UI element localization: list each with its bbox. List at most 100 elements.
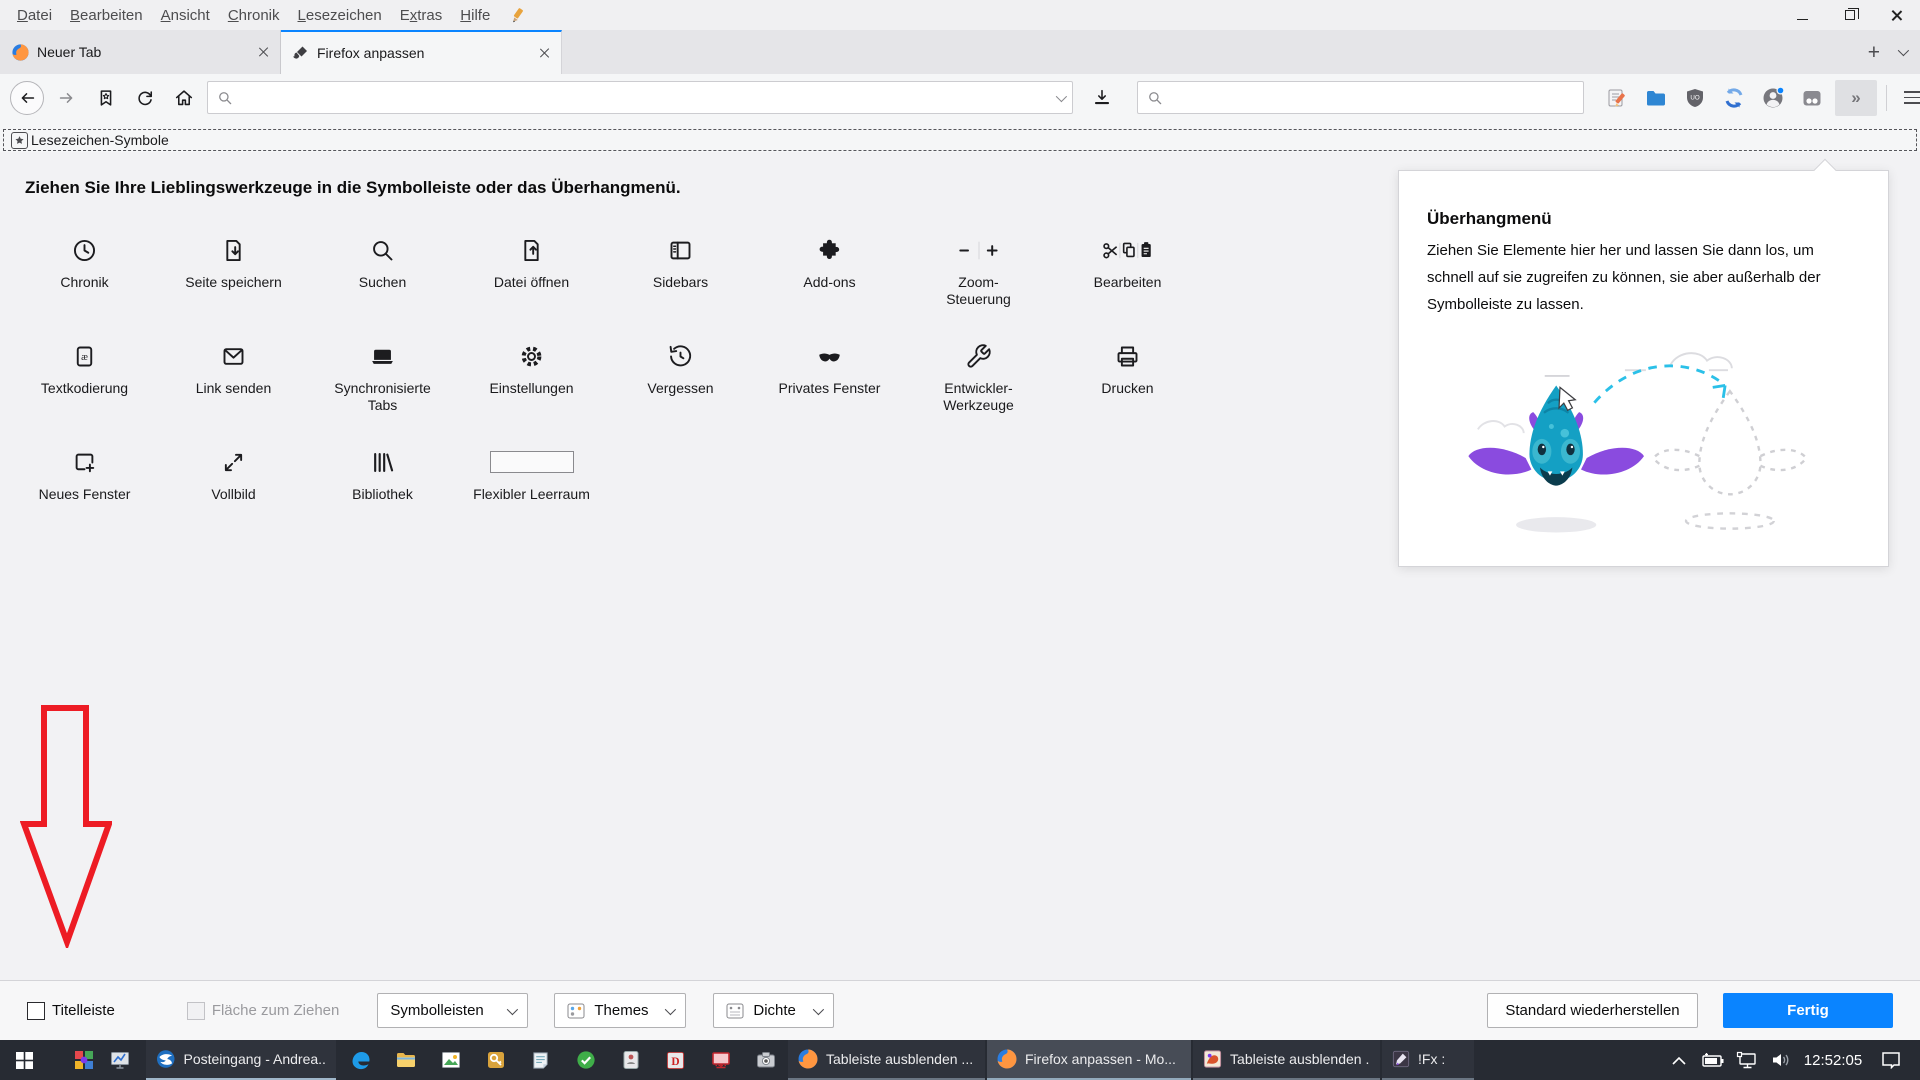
palette-item-entwickler-werkzeuge[interactable]: Entwickler-Werkzeuge — [904, 336, 1053, 422]
bookmarks-drop-target[interactable]: Lesezeichen-Symbole — [3, 129, 1917, 151]
bookmarks-button[interactable] — [90, 82, 122, 114]
palette-item-privates-fenster[interactable]: Privates Fenster — [755, 336, 904, 422]
restore-defaults-button[interactable]: Standard wiederherstellen — [1487, 993, 1698, 1028]
start-button[interactable] — [0, 1040, 48, 1080]
taskbar-app-cards[interactable] — [608, 1040, 653, 1080]
home-button[interactable] — [168, 82, 200, 114]
task-label: Posteingang - Andrea... — [183, 1051, 326, 1067]
taskbar-app-camera[interactable] — [743, 1040, 788, 1080]
sync-extension-button[interactable] — [1718, 82, 1750, 114]
library-icon — [369, 449, 396, 476]
tab-neuer-tab[interactable]: Neuer Tab — [0, 30, 281, 74]
palette-item-flexibler-leerraum[interactable]: Flexibler Leerraum — [457, 442, 606, 528]
new-tab-button[interactable]: + — [1868, 42, 1880, 63]
taskbar-app-explorer[interactable] — [383, 1040, 428, 1080]
palette-item-suchen[interactable]: Suchen — [308, 230, 457, 316]
menu-bearbeiten[interactable]: Bearbeiten — [61, 4, 152, 27]
tab-close-icon[interactable] — [539, 47, 551, 59]
reload-button[interactable] — [129, 82, 161, 114]
downloads-button[interactable] — [1086, 82, 1118, 114]
search-input[interactable] — [1164, 82, 1575, 113]
taskbar-task-imageviewer[interactable]: Tableiste ausblenden ... — [1193, 1040, 1380, 1080]
titlebar-checkbox[interactable] — [27, 1002, 45, 1020]
urlbar-dropdown-chevron-icon[interactable] — [1056, 90, 1067, 101]
palette-item-zoom-steuerung[interactable]: Zoom-Steuerung — [904, 230, 1053, 316]
palette-item-neues-fenster[interactable]: Neues Fenster — [10, 442, 159, 528]
taskbar-app-image[interactable] — [428, 1040, 473, 1080]
density-dropdown[interactable]: Dichte — [713, 993, 834, 1028]
all-tabs-chevron-icon[interactable] — [1898, 45, 1909, 56]
menu-hilfe[interactable]: Hilfe — [451, 4, 499, 27]
taskbar-task-thunderbird[interactable]: Posteingang - Andrea... — [146, 1040, 336, 1080]
menu-datei[interactable]: Datei — [8, 4, 61, 27]
overflow-menu-button[interactable]: » — [1835, 80, 1877, 116]
close-button[interactable] — [1873, 0, 1920, 30]
tab-firefox-anpassen[interactable]: Firefox anpassen — [281, 30, 562, 74]
account-button[interactable] — [1757, 82, 1789, 114]
taskbar-app-notes[interactable] — [518, 1040, 563, 1080]
app-menu-button[interactable] — [1896, 82, 1920, 114]
taskbar-app-remote[interactable] — [698, 1040, 743, 1080]
action-center-button[interactable] — [1868, 1040, 1914, 1080]
palette-item-vergessen[interactable]: Vergessen — [606, 336, 755, 422]
toolbars-dropdown[interactable]: Symbolleisten — [377, 993, 528, 1028]
pencil-extension-icon[interactable] — [509, 6, 527, 24]
palette-item-einstellungen[interactable]: Einstellungen — [457, 336, 606, 422]
taskbar-app-antivirus[interactable] — [563, 1040, 608, 1080]
taskbar-app-datev[interactable]: D — [653, 1040, 698, 1080]
taskbar-task-editor[interactable]: !Fx : — [1382, 1040, 1474, 1080]
firefox-window: Datei Bearbeiten Ansicht Chronik Lesezei… — [0, 0, 1920, 1080]
taskbar-task-firefox-active[interactable]: Firefox anpassen - Mo... — [987, 1040, 1191, 1080]
taskbar-app-colorgrid[interactable] — [66, 1040, 102, 1080]
back-button[interactable] — [10, 81, 44, 115]
taskbar-task-firefox-1[interactable]: Tableiste ausblenden ... — [788, 1040, 985, 1080]
palette-item-addons[interactable]: Add-ons — [755, 230, 904, 316]
text-encoding-icon: æ — [71, 343, 98, 370]
url-input[interactable] — [234, 82, 1056, 113]
palette-item-bibliothek[interactable]: Bibliothek — [308, 442, 457, 528]
menu-extras[interactable]: Extras — [391, 4, 452, 27]
palette-item-bearbeiten[interactable]: Bearbeiten — [1053, 230, 1202, 316]
minimize-button[interactable] — [1779, 0, 1826, 30]
task-label: Tableiste ausblenden ... — [1230, 1051, 1370, 1067]
tab-close-icon[interactable] — [258, 46, 270, 58]
taskbar-clock[interactable]: 12:52:05 — [1798, 1052, 1868, 1069]
palette-item-textkodierung[interactable]: æ Textkodierung — [10, 336, 159, 422]
palette-item-link-senden[interactable]: Link senden — [159, 336, 308, 422]
palette-item-vollbild[interactable]: Vollbild — [159, 442, 308, 528]
tray-volume[interactable] — [1764, 1040, 1798, 1080]
minimize-icon — [1797, 19, 1808, 20]
palette-item-drucken[interactable]: Drucken — [1053, 336, 1202, 422]
ublock-extension-button[interactable]: UO — [1679, 82, 1711, 114]
palette-item-datei-oeffnen[interactable]: Datei öffnen — [457, 230, 606, 316]
palette-item-synchronisierte-tabs[interactable]: Synchronisierte Tabs — [308, 336, 457, 422]
bookmark-star-icon — [95, 87, 117, 109]
folder-extension-button[interactable] — [1640, 82, 1672, 114]
tray-network[interactable] — [1730, 1040, 1764, 1080]
taskbar-app-edge[interactable] — [338, 1040, 383, 1080]
bookmark-star-box-icon — [11, 132, 28, 149]
tray-expand-button[interactable] — [1662, 1040, 1696, 1080]
search-bar[interactable] — [1137, 81, 1584, 114]
density-dropdown-label: Dichte — [753, 1002, 796, 1019]
forward-button[interactable] — [51, 82, 83, 114]
taskbar-app-keepass[interactable] — [473, 1040, 518, 1080]
close-icon — [1891, 9, 1903, 21]
presentation-app-icon — [110, 1050, 130, 1070]
taskbar-app-presentation[interactable] — [102, 1040, 138, 1080]
menu-chronik[interactable]: Chronik — [219, 4, 289, 27]
tab-center-extension-button[interactable] — [1796, 82, 1828, 114]
done-button[interactable]: Fertig — [1723, 993, 1893, 1028]
menu-lesezeichen[interactable]: Lesezeichen — [289, 4, 391, 27]
palette-item-sidebars[interactable]: Sidebars — [606, 230, 755, 316]
tray-battery[interactable] — [1696, 1040, 1730, 1080]
menu-ansicht[interactable]: Ansicht — [152, 4, 219, 27]
palette-item-seite-speichern[interactable]: Seite speichern — [159, 230, 308, 316]
palette-item-chronik[interactable]: Chronik — [10, 230, 159, 316]
notes-extension-button[interactable] — [1601, 82, 1633, 114]
maximize-button[interactable] — [1826, 0, 1873, 30]
customize-palette: Chronik Seite speichern Suchen Datei öff… — [10, 230, 1202, 528]
themes-dropdown[interactable]: Themes — [554, 993, 686, 1028]
titlebar-checkbox-row[interactable]: Titelleiste — [27, 1002, 115, 1020]
url-bar[interactable] — [207, 81, 1073, 114]
